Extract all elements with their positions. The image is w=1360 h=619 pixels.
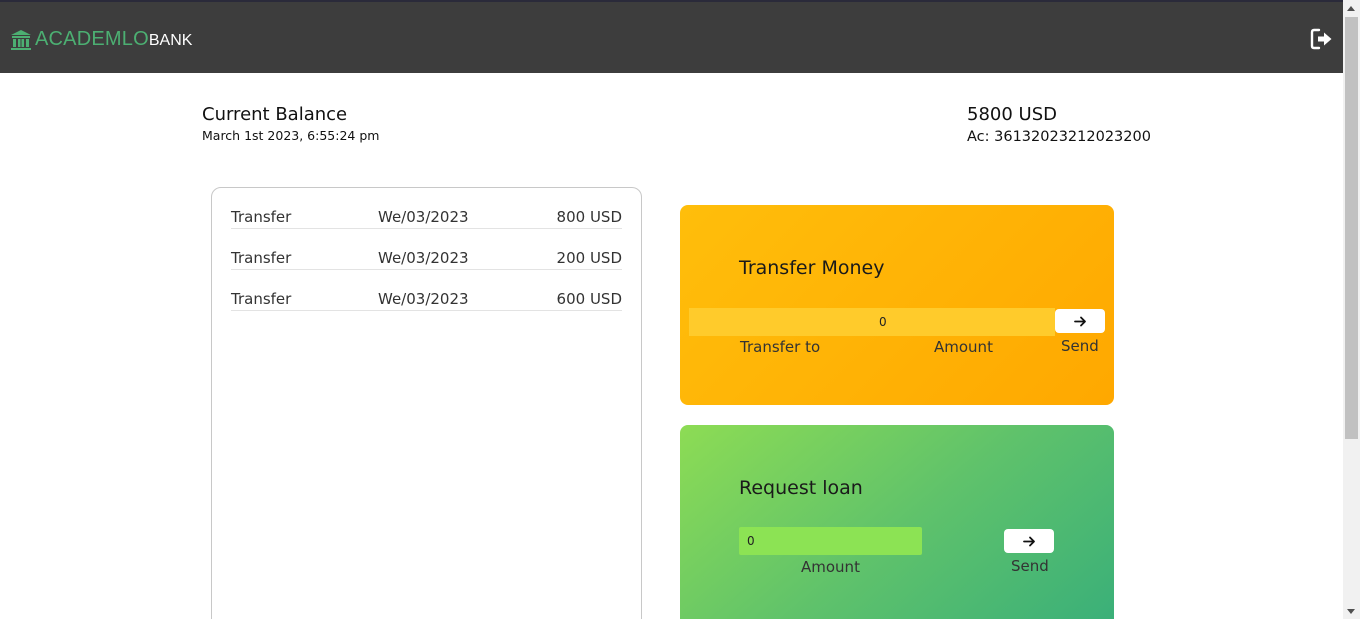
transfer-to-label: Transfer to (740, 338, 821, 356)
transfer-amount-input[interactable] (873, 308, 1055, 336)
logo-academlo-text: ACADEMLO (35, 28, 149, 50)
transfer-money-card: Transfer Money Transfer to Amount Send (680, 205, 1114, 405)
movement-row: Transfer We/03/2023 600 USD (231, 270, 622, 311)
loan-send-button[interactable] (1004, 529, 1054, 553)
movement-type: Transfer (231, 249, 292, 267)
movement-date: We/03/2023 (378, 249, 469, 267)
scroll-up-icon[interactable] (1347, 6, 1355, 11)
scrollbar-thumb[interactable] (1345, 17, 1358, 439)
movements-list: Transfer We/03/2023 800 USD Transfer We/… (211, 187, 642, 619)
movement-amount: 600 USD (556, 290, 622, 308)
transfer-send-button[interactable] (1055, 309, 1105, 333)
arrow-right-icon (1073, 316, 1086, 326)
scroll-down-icon[interactable] (1347, 609, 1355, 614)
transfer-send-label: Send (1061, 337, 1099, 355)
sign-out-icon[interactable] (1310, 28, 1334, 50)
balance-amount: 5800 USD (967, 104, 1057, 125)
balance-title: Current Balance (202, 104, 348, 125)
loan-title: Request loan (739, 477, 863, 499)
movement-date: We/03/2023 (378, 290, 469, 308)
movement-row: Transfer We/03/2023 800 USD (231, 188, 622, 229)
movement-amount: 800 USD (556, 208, 622, 226)
logo-bank-text: BANK (148, 32, 193, 49)
loan-amount-label: Amount (801, 558, 860, 576)
transfer-amount-label: Amount (934, 338, 993, 356)
account-number: Ac: 36132023212023200 (967, 129, 1151, 145)
arrow-right-icon (1022, 536, 1035, 546)
balance-date: March 1st 2023, 6:55:24 pm (202, 128, 380, 143)
movement-type: Transfer (231, 290, 292, 308)
movement-date: We/03/2023 (378, 208, 469, 226)
transfer-title: Transfer Money (739, 257, 885, 279)
logo[interactable]: ACADEMLO BANK (10, 28, 192, 51)
request-loan-card: Request loan Amount Send (680, 425, 1114, 619)
transfer-to-input[interactable] (689, 308, 873, 336)
bank-icon (11, 29, 31, 50)
movement-amount: 200 USD (556, 249, 622, 267)
top-navbar: ACADEMLO BANK (0, 0, 1343, 73)
page-scrollbar[interactable] (1343, 0, 1360, 619)
movement-row: Transfer We/03/2023 200 USD (231, 229, 622, 270)
movement-type: Transfer (231, 208, 292, 226)
loan-send-label: Send (1011, 557, 1049, 575)
loan-amount-input[interactable] (739, 527, 922, 555)
